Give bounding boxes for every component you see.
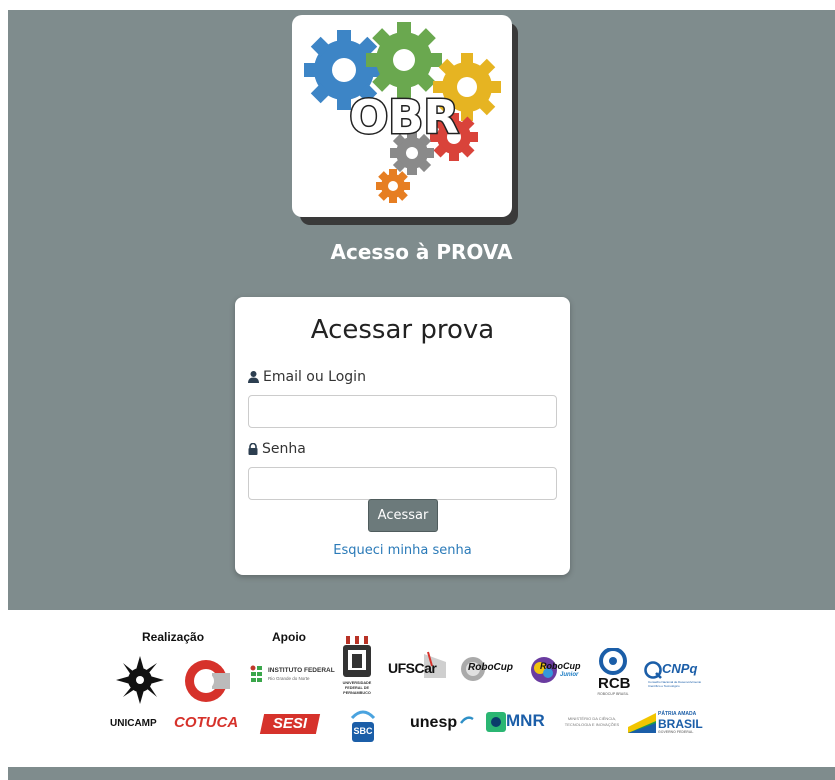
unesp-logo: unesp — [410, 714, 458, 731]
robocup-text: RoboCup — [468, 662, 513, 673]
robocup-logo: RoboCup — [460, 654, 522, 684]
cotuca-logo — [182, 658, 230, 709]
cnpq-logo: CNPq Conselho Nacional de Desenvolviment… — [644, 660, 716, 688]
gears-logo-graphic: OBR — [304, 22, 501, 203]
robocup-junior-text: RoboCup — [540, 661, 581, 671]
ufpe-emblem-icon — [343, 636, 371, 677]
ifrn-logo: INSTITUTO FEDERAL Rio Grande do Norte — [250, 664, 335, 688]
ufpe-logo: UNIVERSIDADE FEDERAL DE PERNAMBUCO — [340, 636, 374, 700]
robocup-junior-subtext: Junior — [560, 672, 579, 678]
rcb-emblem-icon — [599, 647, 627, 675]
cotuca-text: COTUCA — [174, 714, 239, 731]
hero-title: Acesso à PROVA — [330, 240, 513, 264]
robocup-junior-logo: RoboCup Junior — [530, 654, 590, 686]
page: OBR Acesso à PROVA Acessar prova Email o… — [0, 0, 835, 780]
rcb-subtext: ROBOCUP BRASIL — [597, 692, 629, 696]
brasil-flag-icon — [628, 713, 656, 733]
password-label-text: Senha — [262, 441, 306, 457]
rcb-text: RCB — [598, 675, 631, 692]
unesp-accent — [460, 712, 474, 730]
cnpq-text: CNPq — [662, 661, 698, 676]
green-gear-icon — [366, 22, 442, 98]
email-label: Email ou Login — [248, 369, 366, 385]
mnr-logo: MNR — [486, 710, 548, 734]
footer-band — [8, 767, 835, 780]
brasil-text: BRASIL — [658, 717, 703, 731]
mctic-logo: MINISTÉRIO DA CIÊNCIA, TECNOLOGIA E INOV… — [564, 716, 620, 727]
ufscar-text: UFSCar — [388, 660, 437, 676]
cnpq-subtext: Conselho Nacional de Desenvolvimento Cie… — [648, 680, 702, 688]
ifrn-emblem-icon — [250, 665, 262, 682]
sponsors-section: Realização Apoio UNICAMP COTUCA INSTITUT… — [0, 610, 835, 767]
sesi-text: SESI — [272, 715, 308, 732]
mnr-emblem-icon — [486, 712, 506, 732]
unicamp-emblem-icon — [116, 656, 164, 704]
obr-logo-text: OBR — [349, 90, 459, 144]
obr-logo: OBR — [292, 15, 518, 225]
email-input[interactable] — [248, 395, 557, 428]
cnpq-emblem-icon — [644, 661, 662, 679]
password-label: Senha — [248, 441, 306, 457]
login-title: Acessar prova — [310, 315, 495, 345]
mnr-text: MNR — [506, 711, 545, 730]
ufscar-logo: UFSCar — [388, 650, 452, 682]
sbc-text: SBC — [353, 726, 373, 736]
user-icon — [248, 371, 259, 383]
hero-section: OBR Acesso à PROVA Acessar prova Email o… — [8, 10, 835, 610]
apoio-heading: Apoio — [272, 630, 306, 644]
ifrn-text: INSTITUTO FEDERAL — [268, 667, 335, 674]
email-label-text: Email ou Login — [263, 369, 366, 385]
sbc-logo: SBC — [349, 708, 377, 744]
forgot-password-link[interactable]: Esqueci minha senha — [235, 543, 570, 558]
unesp-arc-icon — [460, 716, 474, 724]
brasil-logo: PÁTRIA AMADA BRASIL GOVERNO FEDERAL — [628, 710, 708, 736]
password-input[interactable] — [248, 467, 557, 500]
realizacao-heading: Realização — [142, 630, 205, 644]
cotuca-emblem-icon — [185, 660, 230, 702]
submit-button[interactable]: Acessar — [368, 499, 438, 532]
brasil-subtext: GOVERNO FEDERAL — [658, 730, 694, 734]
rcb-logo: RCB ROBOCUP BRASIL — [596, 647, 631, 700]
ufpe-text: UNIVERSIDADE FEDERAL DE PERNAMBUCO — [342, 681, 372, 695]
logo-card: OBR — [292, 15, 512, 217]
login-card: Acessar prova Email ou Login Senha Acess… — [235, 297, 570, 575]
unicamp-logo — [114, 654, 166, 711]
orange-gear-icon — [376, 169, 410, 203]
lock-icon — [248, 443, 258, 455]
unicamp-text: UNICAMP — [110, 718, 157, 729]
ifrn-subtext: Rio Grande do Norte — [268, 676, 310, 681]
sesi-logo: SESI — [259, 714, 321, 734]
